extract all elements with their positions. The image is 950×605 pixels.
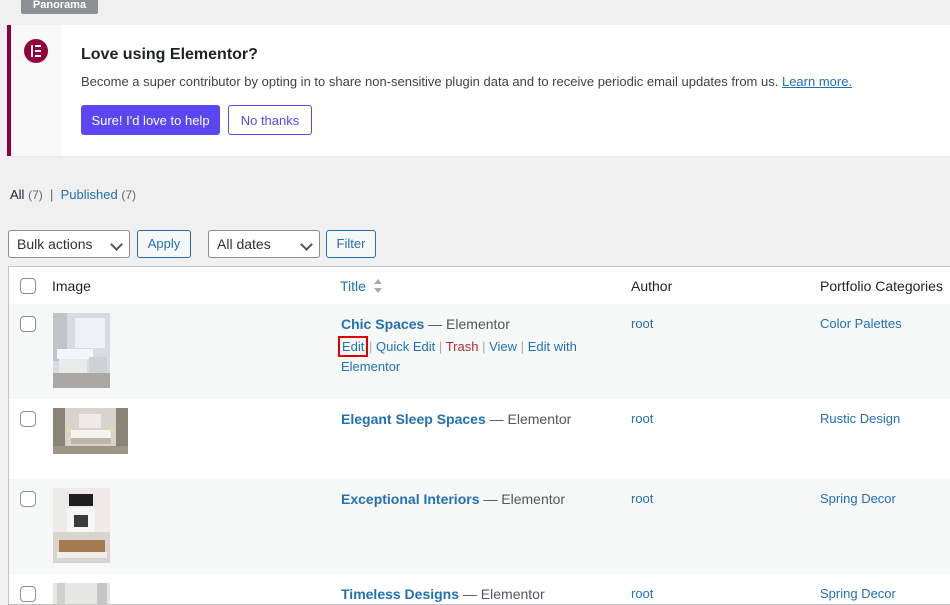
- header-title[interactable]: Title: [340, 278, 383, 294]
- author-link[interactable]: root: [631, 491, 653, 506]
- row-actions: Edit | Quick Edit | Trash | View | Edit …: [337, 336, 581, 377]
- filter-published[interactable]: Published (7): [61, 187, 136, 202]
- filter-published-count: (7): [121, 188, 137, 202]
- edit-link[interactable]: Edit: [337, 336, 369, 357]
- action-separator: |: [482, 339, 486, 354]
- thumbnail-image[interactable]: [53, 313, 110, 388]
- notice-title: Love using Elementor?: [81, 46, 258, 63]
- post-title-link[interactable]: Timeless Designs: [341, 586, 459, 602]
- thumbnail-image[interactable]: [53, 408, 128, 454]
- post-state: — Elementor: [459, 586, 545, 602]
- filter-separator: |: [49, 187, 54, 202]
- action-separator: |: [369, 339, 373, 354]
- header-author: Author: [631, 278, 673, 294]
- table-row: Elegant Sleep Spaces — Elementor root Ru…: [9, 399, 950, 479]
- notice-text: Become a super contributor by opting in …: [81, 74, 852, 89]
- row-checkbox[interactable]: [20, 586, 36, 602]
- sort-icon: [373, 279, 382, 293]
- learn-more-link[interactable]: Learn more.: [782, 74, 852, 89]
- author-link[interactable]: root: [631, 316, 653, 331]
- row-title: Timeless Designs — Elementor: [341, 586, 545, 602]
- action-separator: |: [438, 339, 443, 354]
- row-title: Exceptional Interiors — Elementor: [341, 491, 565, 507]
- post-state: — Elementor: [424, 316, 510, 332]
- apply-button[interactable]: Apply: [137, 230, 191, 258]
- header-image: Image: [52, 278, 91, 294]
- row-checkbox[interactable]: [20, 491, 36, 507]
- table-row: Exceptional Interiors — Elementor root S…: [9, 479, 950, 574]
- elementor-optin-notice: Love using Elementor? Become a super con…: [7, 25, 950, 156]
- row-checkbox[interactable]: [20, 411, 36, 427]
- post-state: — Elementor: [485, 411, 572, 427]
- status-filters: All (7) | Published (7): [10, 187, 136, 202]
- author-link[interactable]: root: [631, 411, 653, 426]
- table-row: Chic Spaces — Elementor Edit | Quick Edi…: [9, 304, 950, 399]
- category-link[interactable]: Spring Decor: [820, 491, 896, 506]
- filter-published-label: Published: [60, 187, 118, 202]
- filter-button[interactable]: Filter: [326, 230, 376, 258]
- filter-all-count: (7): [28, 188, 43, 202]
- elementor-logo-icon: [24, 39, 48, 63]
- bulk-actions-value: Bulk actions: [17, 236, 93, 252]
- dates-value: All dates: [217, 236, 271, 252]
- row-title: Chic Spaces — Elementor: [341, 316, 510, 332]
- category-link[interactable]: Spring Decor: [820, 586, 896, 601]
- action-separator: |: [520, 339, 525, 354]
- notice-icon-column: [11, 25, 61, 156]
- chevron-down-icon: [300, 238, 313, 251]
- post-state: — Elementor: [479, 491, 566, 507]
- category-link[interactable]: Color Palettes: [820, 316, 902, 331]
- post-title-link[interactable]: Chic Spaces: [341, 316, 424, 332]
- filter-all[interactable]: All (7): [10, 187, 43, 202]
- header-categories: Portfolio Categories: [820, 278, 943, 294]
- post-title-link[interactable]: Elegant Sleep Spaces: [341, 411, 486, 427]
- quick-edit-link[interactable]: Quick Edit: [376, 339, 435, 354]
- table-header: Image Title Author Portfolio Categories: [9, 267, 950, 305]
- table-row: Timeless Designs — Elementor root Spring…: [9, 574, 950, 604]
- trash-link[interactable]: Trash: [446, 339, 479, 354]
- select-all-checkbox[interactable]: [20, 278, 36, 294]
- panorama-tab[interactable]: Panorama: [21, 0, 98, 14]
- view-link[interactable]: View: [489, 339, 517, 354]
- category-link[interactable]: Rustic Design: [820, 411, 900, 426]
- thumbnail-image[interactable]: [53, 583, 110, 604]
- author-link[interactable]: root: [631, 586, 653, 601]
- post-title-link[interactable]: Exceptional Interiors: [341, 491, 479, 507]
- chevron-down-icon: [110, 238, 123, 251]
- bulk-actions-select[interactable]: Bulk actions: [8, 230, 130, 258]
- thumbnail-image[interactable]: [53, 488, 110, 563]
- row-checkbox[interactable]: [20, 316, 36, 332]
- row-title: Elegant Sleep Spaces — Elementor: [341, 411, 571, 427]
- filter-all-label: All: [10, 187, 25, 202]
- sort-title-link[interactable]: Title: [340, 278, 366, 294]
- posts-table: Image Title Author Portfolio Categories: [8, 266, 950, 605]
- optin-decline-button[interactable]: No thanks: [228, 105, 312, 135]
- optin-accept-button[interactable]: Sure! I'd love to help: [81, 105, 220, 135]
- notice-message: Become a super contributor by opting in …: [81, 74, 779, 89]
- dates-select[interactable]: All dates: [208, 230, 320, 258]
